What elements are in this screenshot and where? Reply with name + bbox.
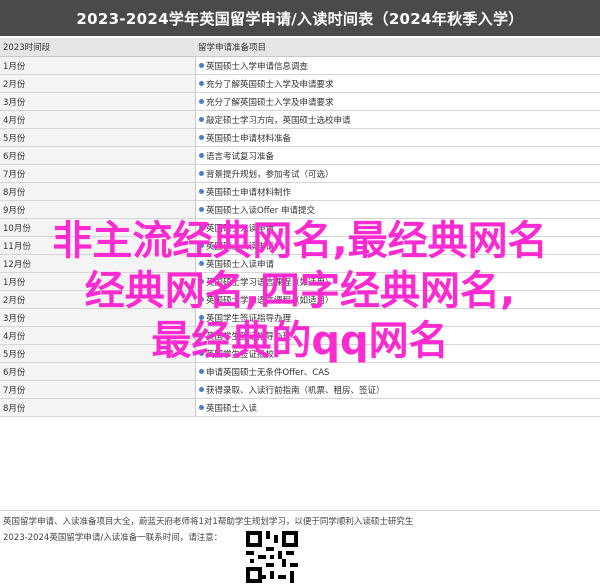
bullet-icon <box>199 387 204 392</box>
plan-text: 英国硕士入学申请信息调查 <box>206 61 309 72</box>
bullet-icon <box>199 189 204 194</box>
plan-text: 背景提升规划，参加考试（可选） <box>206 169 334 180</box>
table-row: 8月份 英国硕士入读 <box>0 398 600 417</box>
table-row: 1月份 英国硕士入学申请信息调查 <box>0 56 600 75</box>
plan-text: 充分了解英国硕士入学及申请要求 <box>206 97 334 108</box>
time-cell: 8月份 <box>0 398 195 417</box>
table-row: 5月份 英国硕士申请材料准备 <box>0 128 600 147</box>
time-cell: 7月份 <box>0 380 195 399</box>
plan-cell: 英国硕士申请材料准备 <box>195 128 600 147</box>
plan-cell: 英国硕士申请材料制作 <box>195 182 600 201</box>
table-row: 2月份 充分了解英国硕士入学及申请要求 <box>0 74 600 93</box>
bullet-icon <box>199 135 204 140</box>
time-cell: 8月份 <box>0 182 195 201</box>
page-title: 2023-2024学年英国留学申请/入读时间表（2024年秋季入学） <box>76 9 524 28</box>
table-row: 6月份 语言考试复习准备 <box>0 146 600 165</box>
bullet-icon <box>199 81 204 86</box>
plan-cell: 英国硕士入读 <box>195 398 600 417</box>
bullet-icon <box>199 99 204 104</box>
cell-divider <box>195 147 196 164</box>
cell-divider <box>195 129 196 146</box>
cell-divider <box>195 93 196 110</box>
document-page: 2023-2024学年英国留学申请/入读时间表（2024年秋季入学） 2023时… <box>0 0 600 584</box>
cell-divider <box>195 183 196 200</box>
table-row: 4月份 敲定硕士学习方向，英国硕士选校申请 <box>0 110 600 129</box>
plan-text: 英国硕士申请材料准备 <box>206 133 292 144</box>
plan-cell: 充分了解英国硕士入学及申请要求 <box>195 74 600 93</box>
bullet-icon <box>199 117 204 122</box>
plan-text: 英国硕士申请材料制作 <box>206 187 292 198</box>
cell-divider <box>195 57 196 74</box>
time-cell: 3月份 <box>0 92 195 111</box>
plan-cell: 语言考试复习准备 <box>195 146 600 165</box>
qr-code-icon <box>246 531 298 583</box>
bullet-icon <box>199 171 204 176</box>
plan-text: 语言考试复习准备 <box>206 151 275 162</box>
cell-divider <box>195 399 196 416</box>
table-header-row: 2023时间段 留学申请准备项目 <box>0 38 600 57</box>
time-cell: 7月份 <box>0 164 195 183</box>
bullet-icon <box>199 369 204 374</box>
overlay-line-2: 经典网名,四字经典网名, <box>84 268 516 314</box>
plan-text: 获得录取、入读行前指南（机票、租房、签证） <box>206 385 385 396</box>
plan-cell: 英国硕士入学申请信息调查 <box>195 56 600 75</box>
time-cell: 4月份 <box>0 110 195 129</box>
plan-text: 充分了解英国硕士入学及申请要求 <box>206 79 334 90</box>
column-header-plan: 留学申请准备项目 <box>195 38 600 57</box>
table-row: 3月份 充分了解英国硕士入学及申请要求 <box>0 92 600 111</box>
bullet-icon <box>199 207 204 212</box>
cell-divider <box>195 381 196 398</box>
plan-text: 申请英国硕士无条件Offer、CAS <box>206 367 330 378</box>
footer-line-1: 英国留学申请、入读准备项目大全，蔚蓝天府老师将1对1帮助学生规划学习，以便于同学… <box>3 517 414 527</box>
table-row: 7月份 获得录取、入读行前指南（机票、租房、签证） <box>0 380 600 399</box>
footer-notes: 英国留学申请、入读准备项目大全，蔚蓝天府老师将1对1帮助学生规划学习，以便于同学… <box>0 510 600 549</box>
bullet-icon <box>199 63 204 68</box>
plan-cell: 敲定硕士学习方向，英国硕士选校申请 <box>195 110 600 129</box>
time-cell: 6月份 <box>0 146 195 165</box>
cell-divider <box>195 75 196 92</box>
table-row: 7月份 背景提升规划，参加考试（可选） <box>0 164 600 183</box>
overlay-line-3: 最经典的qq网名 <box>151 318 449 364</box>
time-cell: 1月份 <box>0 56 195 75</box>
title-bar: 2023-2024学年英国留学申请/入读时间表（2024年秋季入学） <box>0 0 600 36</box>
table-row: 8月份 英国硕士申请材料制作 <box>0 182 600 201</box>
cell-divider <box>195 165 196 182</box>
overlay-headline: 非主流经典网名,最经典网名 经典网名,四字经典网名, 最经典的qq网名 <box>0 216 600 366</box>
column-header-time: 2023时间段 <box>0 38 195 57</box>
plan-cell: 获得录取、入读行前指南（机票、租房、签证） <box>195 380 600 399</box>
plan-text: 英国硕士入读 <box>206 403 258 414</box>
time-cell: 5月份 <box>0 128 195 147</box>
plan-text: 敲定硕士学习方向，英国硕士选校申请 <box>206 115 351 126</box>
plan-cell: 充分了解英国硕士入学及申请要求 <box>195 92 600 111</box>
plan-cell: 背景提升规划，参加考试（可选） <box>195 164 600 183</box>
cell-divider <box>195 111 196 128</box>
footer-line-2: 2023-2024英国留学申请/入读准备一联系时间，请注意： <box>3 533 223 543</box>
plan-text: 英国硕士入读Offer 申请提交 <box>206 205 315 216</box>
bullet-icon <box>199 153 204 158</box>
overlay-line-1: 非主流经典网名,最经典网名 <box>52 218 548 264</box>
bullet-icon <box>199 405 204 410</box>
time-cell: 2月份 <box>0 74 195 93</box>
